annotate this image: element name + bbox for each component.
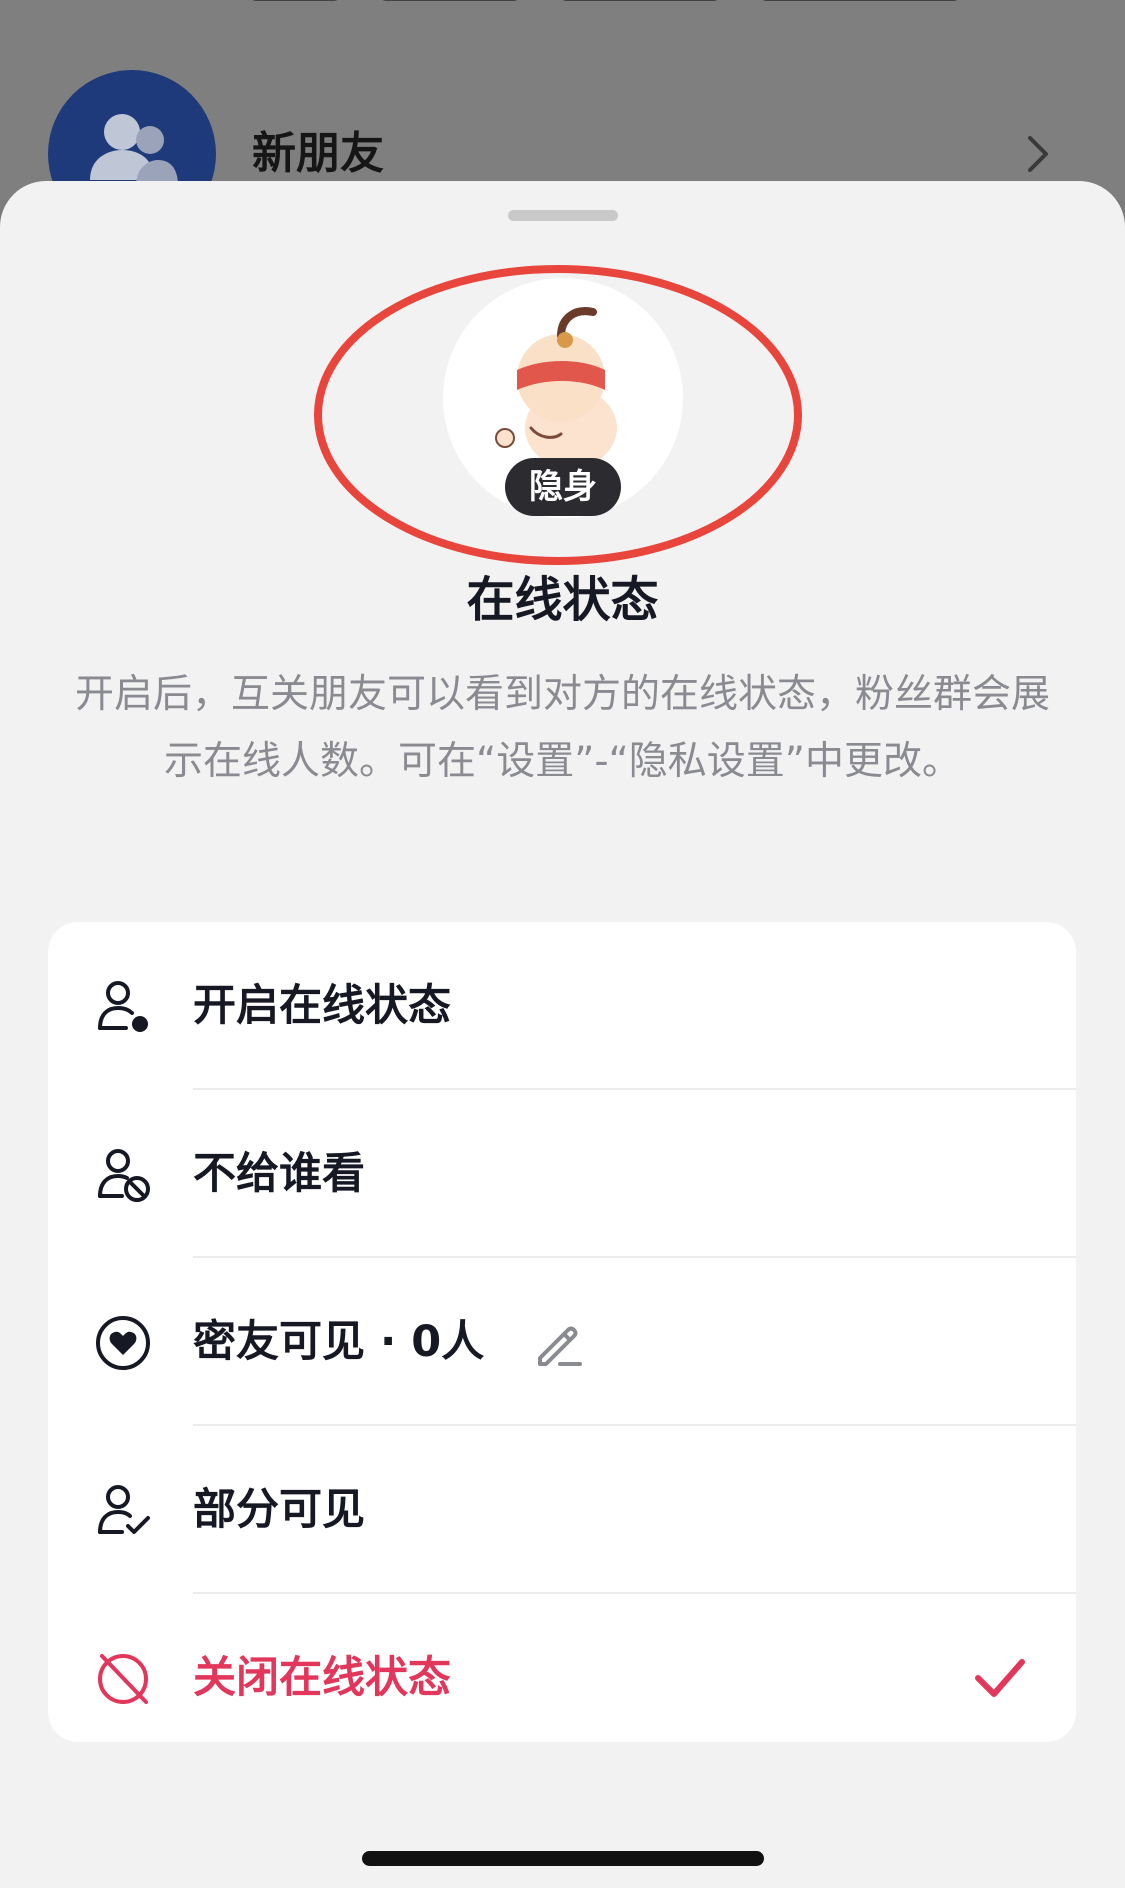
background-page: 新朋友 — [0, 0, 1125, 238]
pencil-icon[interactable] — [532, 1318, 584, 1374]
option-turn-on-online-status[interactable]: 开启在线状态 — [48, 922, 1076, 1090]
home-indicator[interactable] — [362, 1851, 764, 1866]
user-blocked-icon — [94, 1146, 152, 1204]
red-annotation-ring — [314, 265, 802, 565]
online-status-options: 开启在线状态 不给谁看 密友可见 · 0人 部分可见 关闭在线状态 — [48, 922, 1076, 1742]
sheet-description: 开启后，互关朋友可以看到对方的在线状态，粉丝群会展示在线人数。可在“设置”-“隐… — [74, 672, 1050, 784]
option-partially-visible[interactable]: 部分可见 — [48, 1426, 1076, 1594]
option-label: 开启在线状态 — [193, 981, 451, 1031]
new-friends-title: 新朋友 — [252, 128, 384, 179]
option-label: 不给谁看 — [193, 1149, 365, 1199]
option-label: 关闭在线状态 — [193, 1653, 451, 1703]
online-status-sheet: 隐身 在线状态 开启后，互关朋友可以看到对方的在线状态，粉丝群会展示在线人数。可… — [0, 181, 1125, 1888]
online-off-icon — [94, 1650, 152, 1708]
option-turn-off-online-status[interactable]: 关闭在线状态 — [48, 1594, 1076, 1742]
background-top-text-fragment — [250, 0, 1070, 6]
option-label: 部分可见 — [193, 1485, 365, 1535]
checkmark-icon — [972, 1654, 1028, 1706]
option-close-friends-visible[interactable]: 密友可见 · 0人 — [48, 1258, 1076, 1426]
sheet-title: 在线状态 — [466, 572, 659, 628]
sheet-grabber-handle[interactable] — [508, 210, 618, 221]
chevron-right-icon — [1026, 134, 1050, 178]
user-check-icon — [94, 1482, 152, 1540]
heart-circle-icon — [94, 1314, 152, 1372]
option-label: 密友可见 · 0人 — [193, 1317, 485, 1367]
option-hide-from[interactable]: 不给谁看 — [48, 1090, 1076, 1258]
user-online-icon — [94, 978, 152, 1036]
